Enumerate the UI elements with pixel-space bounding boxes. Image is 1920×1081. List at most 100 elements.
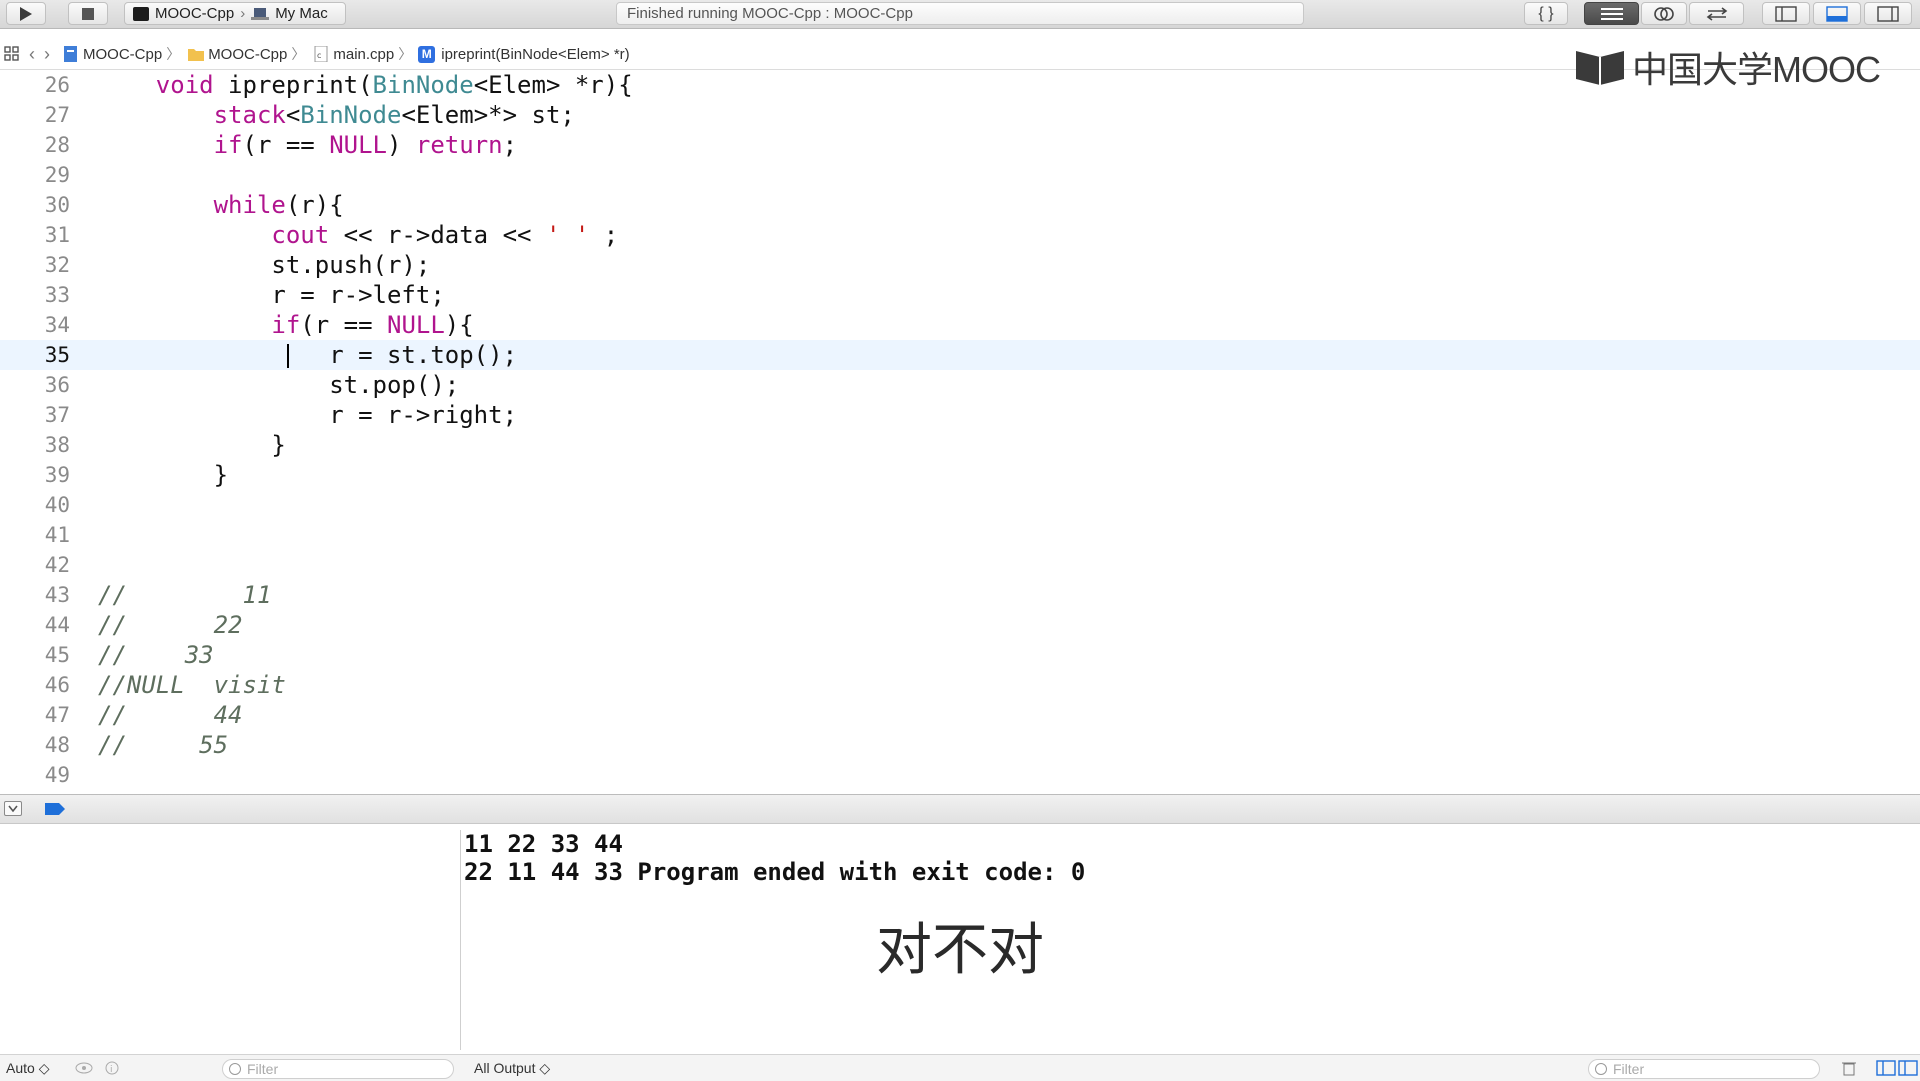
console-filter-input[interactable]: Filter <box>1588 1059 1820 1079</box>
line-number[interactable]: 49 <box>0 760 70 790</box>
code-text: stack<BinNode<Elem>*> st; <box>213 101 575 129</box>
scheme-target-label: MOOC-Cpp <box>155 5 235 22</box>
project-icon <box>64 46 77 62</box>
code-line[interactable]: 39 } <box>0 460 1920 490</box>
line-number[interactable]: 35 <box>0 340 70 370</box>
variables-filter-input[interactable]: Filter <box>222 1059 454 1079</box>
code-line[interactable]: 32 st.push(r); <box>0 250 1920 280</box>
code-line[interactable]: 44 // 22 <box>0 610 1920 640</box>
forward-arrow-icon[interactable]: › <box>44 44 50 65</box>
info-icon[interactable]: i <box>105 1061 119 1075</box>
line-number[interactable]: 46 <box>0 670 70 700</box>
cpp-file-icon: c <box>314 46 328 62</box>
line-number[interactable]: 26 <box>0 70 70 100</box>
code-line[interactable]: 29 <box>0 160 1920 190</box>
line-number[interactable]: 43 <box>0 580 70 610</box>
output-select[interactable]: All Output ◇ <box>474 1060 550 1077</box>
stop-icon <box>82 7 94 20</box>
method-icon: M <box>418 45 436 63</box>
code-line[interactable]: 28 if(r == NULL) return; <box>0 130 1920 160</box>
breadcrumb-folder[interactable]: MOOC-Cpp <box>208 46 287 63</box>
console-line: 11 22 33 44 <box>464 830 623 858</box>
code-line[interactable]: 36 st.pop(); <box>0 370 1920 400</box>
filter-placeholder: Filter <box>247 1061 279 1077</box>
toggle-navigator-button[interactable] <box>1762 2 1810 25</box>
line-number[interactable]: 45 <box>0 640 70 670</box>
toolbar: MOOC-Cpp › My Mac Finished running MOOC-… <box>0 0 1920 29</box>
code-line[interactable]: 46 //NULL visit <box>0 670 1920 700</box>
code-snippet-button[interactable]: { } <box>1524 2 1568 25</box>
trash-icon[interactable] <box>1842 1060 1856 1076</box>
code-text: // 55 <box>98 731 229 759</box>
line-number[interactable]: 37 <box>0 400 70 430</box>
terminal-app-icon <box>133 6 149 21</box>
line-number[interactable]: 39 <box>0 460 70 490</box>
code-line[interactable]: 45 // 33 <box>0 640 1920 670</box>
version-editor-button[interactable] <box>1689 2 1744 25</box>
stop-button[interactable] <box>68 2 108 25</box>
line-number[interactable]: 27 <box>0 100 70 130</box>
code-text: if(r == NULL) return; <box>213 131 518 159</box>
line-number[interactable]: 34 <box>0 310 70 340</box>
breadcrumb-function[interactable]: ipreprint(BinNode<Elem> *r) <box>441 46 629 63</box>
code-line[interactable]: 40 <box>0 490 1920 520</box>
code-line[interactable]: 47 // 44 <box>0 700 1920 730</box>
line-number[interactable]: 28 <box>0 130 70 160</box>
line-number[interactable]: 36 <box>0 370 70 400</box>
filter-icon <box>1595 1063 1607 1075</box>
code-line[interactable]: 48 // 55 <box>0 730 1920 760</box>
scheme-device-label: My Mac <box>275 5 328 22</box>
split-view-right-icon[interactable] <box>1898 1060 1918 1076</box>
svg-text:i: i <box>110 1065 113 1075</box>
version-editor-icon <box>1706 6 1727 21</box>
line-number[interactable]: 29 <box>0 160 70 190</box>
code-line[interactable]: 38 } <box>0 430 1920 460</box>
code-line[interactable]: 35 r = st.top(); <box>0 340 1920 370</box>
line-number[interactable]: 30 <box>0 190 70 220</box>
line-number[interactable]: 47 <box>0 700 70 730</box>
laptop-icon <box>251 7 270 20</box>
code-line[interactable]: 49 <box>0 760 1920 790</box>
standard-editor-button[interactable] <box>1584 2 1639 25</box>
code-line[interactable]: 27 stack<BinNode<Elem>*> st; <box>0 100 1920 130</box>
toggle-utilities-button[interactable] <box>1864 2 1912 25</box>
code-line[interactable]: 34 if(r == NULL){ <box>0 310 1920 340</box>
split-view-left-icon[interactable] <box>1876 1060 1896 1076</box>
code-line[interactable]: 43 // 11 <box>0 580 1920 610</box>
code-line[interactable]: 37 r = r->right; <box>0 400 1920 430</box>
toggle-debug-area-button[interactable] <box>1813 2 1861 25</box>
line-number[interactable]: 40 <box>0 490 70 520</box>
variables-scope-select[interactable]: Auto ◇ <box>6 1060 49 1077</box>
line-number[interactable]: 41 <box>0 520 70 550</box>
assistant-editor-button[interactable] <box>1641 2 1687 25</box>
code-line[interactable]: 26 void ipreprint(BinNode<Elem> *r){ <box>0 70 1920 100</box>
hide-debug-area-button[interactable] <box>4 801 22 816</box>
code-line[interactable]: 30 while(r){ <box>0 190 1920 220</box>
eye-icon[interactable] <box>75 1062 93 1074</box>
breadcrumb-project[interactable]: MOOC-Cpp <box>83 46 162 63</box>
line-number[interactable]: 48 <box>0 730 70 760</box>
source-editor[interactable]: 26 void ipreprint(BinNode<Elem> *r){27 s… <box>0 70 1920 790</box>
line-number[interactable]: 32 <box>0 250 70 280</box>
code-line[interactable]: 42 <box>0 550 1920 580</box>
line-number[interactable]: 44 <box>0 610 70 640</box>
code-line[interactable]: 41 <box>0 520 1920 550</box>
code-text: while(r){ <box>213 191 344 219</box>
line-number[interactable]: 33 <box>0 280 70 310</box>
breakpoints-toggle-icon[interactable] <box>44 802 66 816</box>
back-arrow-icon[interactable]: ‹ <box>29 44 35 65</box>
right-panel-icon <box>1877 5 1899 22</box>
line-number[interactable]: 31 <box>0 220 70 250</box>
scheme-selector[interactable]: MOOC-Cpp › My Mac <box>124 2 346 25</box>
code-text: // 22 <box>98 611 243 639</box>
code-line[interactable]: 33 r = r->left; <box>0 280 1920 310</box>
line-number[interactable]: 42 <box>0 550 70 580</box>
filter-placeholder: Filter <box>1613 1061 1645 1077</box>
breadcrumb-file[interactable]: main.cpp <box>333 46 394 63</box>
related-items-icon[interactable] <box>4 46 20 62</box>
line-number[interactable]: 38 <box>0 430 70 460</box>
run-button[interactable] <box>6 2 46 25</box>
debug-bottom-bar: Auto ◇ i Filter All Output ◇ Filter <box>0 1054 1920 1081</box>
standard-editor-icon <box>1600 7 1623 20</box>
code-line[interactable]: 31 cout << r->data << ' ' ; <box>0 220 1920 250</box>
